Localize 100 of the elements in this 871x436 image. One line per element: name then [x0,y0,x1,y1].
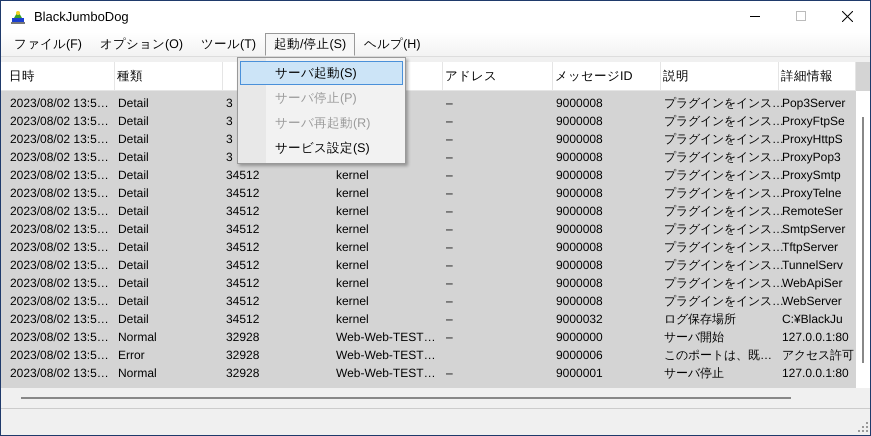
table-cell-text: 9000008 [556,185,603,202]
table-cell-text: kernel [336,257,369,274]
horizontal-scrollbar[interactable] [21,397,791,399]
menu-option[interactable]: サーバ起動(S) [240,61,403,85]
menu-item[interactable]: オプション(O) [90,33,192,56]
scrollbar-thumb[interactable] [862,117,864,363]
table-cell-text: – [446,149,453,166]
table-cell-text: kernel [336,221,369,238]
table-cell-text: – [446,131,453,148]
table-cell-text: 3 [226,95,233,112]
table-cell-text: Error [118,347,145,364]
table-cell-text: 34512 [226,239,260,256]
table-cell-text: kernel [336,311,369,328]
table-cell-text: 34512 [226,167,260,184]
table-cell-text: 34512 [226,311,260,328]
table-cell-text: – [446,329,453,346]
table-cell-text: 2023/08/02 13:5… [10,113,109,130]
table-cell-text: 9000008 [556,113,603,130]
table-cell-text: プラグインをインス… [664,257,784,274]
table-cell-text: C:¥BlackJu [782,311,843,328]
table-cell-text: 9000008 [556,257,603,274]
menu-item[interactable]: 起動/停止(S) [265,33,356,56]
table-cell-text: 34512 [226,203,260,220]
table-cell-text: 127.0.0.1:80 [782,365,849,382]
table-cell-text: – [446,113,453,130]
table-cell-text: 34512 [226,185,260,202]
table-cell-text: – [446,293,453,310]
table-cell-text: TftpServer [782,239,838,256]
table-cell-text: kernel [336,239,369,256]
table-cell-text: 9000008 [556,221,603,238]
resize-grip[interactable] [858,422,868,432]
table-cell-text: ログ保存場所 [664,311,736,328]
table-cell-text: 34512 [226,293,260,310]
table-cell-text: kernel [336,293,369,310]
table-cell-text: 2023/08/02 13:5… [10,239,109,256]
table-cell-text: Normal [118,329,157,346]
table-cell-text: Web-Web-TEST… [336,329,436,346]
column-header[interactable]: アドレス [443,62,553,90]
column-header[interactable]: メッセージID [553,62,661,90]
table-cell-text: Normal [118,365,157,382]
table-cell-text: 34512 [226,221,260,238]
table-cell-text: 2023/08/02 13:5… [10,275,109,292]
column-header[interactable]: 詳細情報 [779,62,856,90]
table-cell-text: 9000000 [556,329,603,346]
table-cell-text: プラグインをインス… [664,185,784,202]
close-icon[interactable] [842,10,852,22]
table-cell-text: WebApiSer [782,275,842,292]
table-cell-text: Detail [118,239,149,256]
column-header[interactable]: 種類 [115,62,223,90]
table-cell-text: – [446,185,453,202]
table-cell-text: 2023/08/02 13:5… [10,185,109,202]
table-cell-text: ProxyHttpS [782,131,843,148]
table-cell-text: 9000008 [556,293,603,310]
table-cell-text: アクセス許可 [782,347,854,364]
menu-item[interactable]: ヘルプ(H) [355,33,430,56]
table-cell-text: Detail [118,293,149,310]
table-cell-text: RemoteSer [782,203,843,220]
table-cell-text: Detail [118,149,149,166]
table-cell-text: 2023/08/02 13:5… [10,257,109,274]
maximize-icon[interactable] [796,11,806,21]
table-cell-text: 3 [226,149,233,166]
vertical-scrollbar[interactable] [856,91,870,388]
table-cell-text: サーバ開始 [664,329,724,346]
table-cell-text: 2023/08/02 13:5… [10,311,109,328]
table-cell-text: サーバ停止 [664,365,724,382]
table-cell-text: 2023/08/02 13:5… [10,167,109,184]
table-cell-text: Detail [118,203,149,220]
table-cell-text: – [446,221,453,238]
table-cell-text: Detail [118,221,149,238]
table-cell-text: 9000008 [556,275,603,292]
table-cell-text: – [446,311,453,328]
column-header[interactable]: 日時 [7,62,115,90]
table-cell-text: TunnelServ [782,257,843,274]
table-cell-text: kernel [336,203,369,220]
menu-item[interactable]: ツール(T) [192,33,265,56]
table-cell-text: 2023/08/02 13:5… [10,365,109,382]
table-cell-text: ProxyTelne [782,185,842,202]
table-cell-text: 9000001 [556,365,603,382]
table-cell-text: Detail [118,257,149,274]
table-cell-text: Detail [118,275,149,292]
table-cell-text: プラグインをインス… [664,113,784,130]
window-title: BlackJumboDog [34,8,129,24]
table-cell-text: SmtpServer [782,221,846,238]
table-cell-text: プラグインをインス… [664,95,784,112]
table-cell-text: このポートは、既… [664,347,772,364]
table-cell-text: – [446,275,453,292]
column-header[interactable]: 説明 [661,62,779,90]
table-cell-text: WebServer [782,293,842,310]
table-cell-text: 2023/08/02 13:5… [10,149,109,166]
menu-option[interactable]: サービス設定(S) [240,136,403,160]
table-cell-text: kernel [336,185,369,202]
menu-item[interactable]: ファイル(F) [5,33,91,56]
table-cell-text: プラグインをインス… [664,167,784,184]
table-cell-text: 3 [226,113,233,130]
table-cell-text: ProxySmtp [782,167,841,184]
table-cell-text: 32928 [226,365,260,382]
table-cell-text: Detail [118,167,149,184]
table-cell-text: 32928 [226,347,260,364]
table-cell-text: 9000008 [556,239,603,256]
table-cell-text: ProxyPop3 [782,149,841,166]
